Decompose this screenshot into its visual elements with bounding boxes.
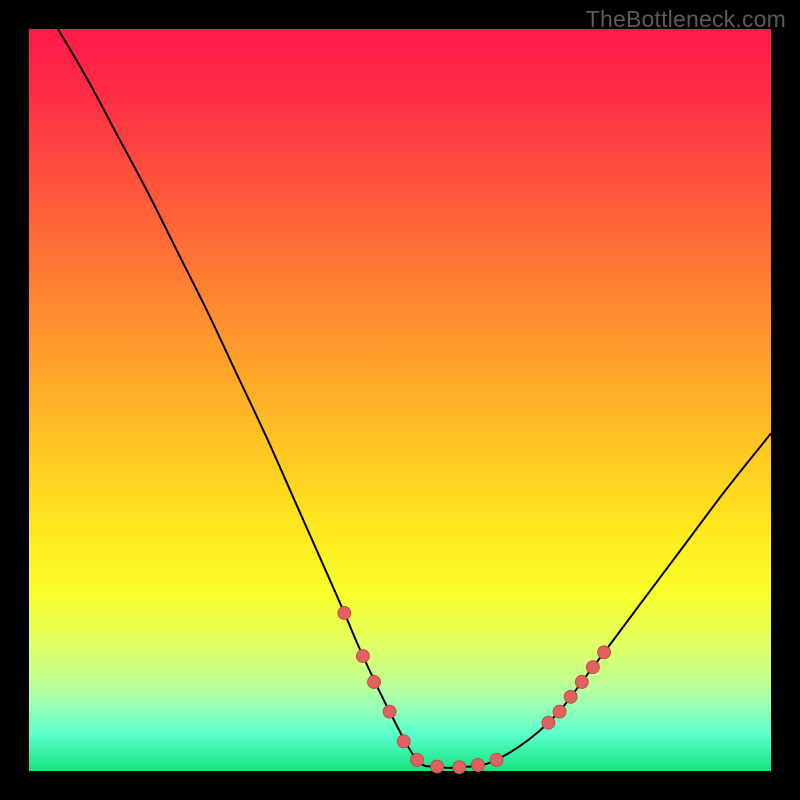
marker-point — [564, 690, 577, 703]
bottleneck-curve — [58, 29, 771, 768]
marker-point — [338, 606, 351, 619]
marker-point — [575, 675, 588, 688]
marker-point — [490, 753, 503, 766]
bottleneck-chart — [29, 29, 771, 771]
marker-point — [598, 646, 611, 659]
marker-point — [411, 753, 424, 766]
marker-point — [586, 661, 599, 674]
marker-point — [397, 735, 410, 748]
marker-point — [383, 705, 396, 718]
marker-point — [356, 649, 369, 662]
marker-point — [453, 761, 466, 774]
marker-point — [368, 675, 381, 688]
marker-point — [431, 760, 444, 773]
marker-point — [542, 716, 555, 729]
marker-point — [471, 759, 484, 772]
marker-point — [553, 705, 566, 718]
